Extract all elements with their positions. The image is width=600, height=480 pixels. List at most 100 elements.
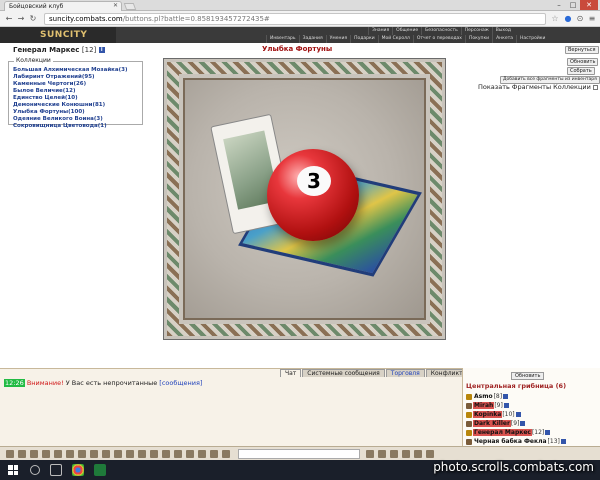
- nav-item-character[interactable]: Персонаж: [460, 27, 492, 35]
- action-icon[interactable]: [54, 450, 62, 458]
- nav-item-transfers[interactable]: Отчет о переводах: [412, 35, 465, 43]
- action-icon[interactable]: [366, 450, 374, 458]
- collection-image-frame: 3: [163, 58, 446, 340]
- action-icon[interactable]: [390, 450, 398, 458]
- nav-item-knowledge[interactable]: Знания: [368, 27, 392, 35]
- chat-input[interactable]: [238, 449, 360, 459]
- nav-item-exit[interactable]: Выход: [491, 27, 514, 35]
- collection-item[interactable]: Большая Алхимическая Мозайка(3): [13, 67, 142, 74]
- nav-item-my-scroll[interactable]: Мой Скролл: [377, 35, 413, 43]
- refresh-button[interactable]: Обновить: [567, 58, 599, 66]
- tab-chat[interactable]: Чат: [280, 369, 302, 377]
- nav-item-quests[interactable]: Задания: [298, 35, 326, 43]
- action-icon[interactable]: [186, 450, 194, 458]
- refresh-players-button[interactable]: Обновить: [511, 372, 545, 380]
- chrome-icon[interactable]: [72, 464, 84, 476]
- browser-tab[interactable]: Бойцовский клуб ✕: [4, 1, 122, 11]
- action-icon[interactable]: [126, 450, 134, 458]
- nav-item-inventory[interactable]: Инвентарь: [266, 35, 299, 43]
- action-icon[interactable]: [414, 450, 422, 458]
- player-name[interactable]: Генерал Маркес: [473, 429, 532, 436]
- extension-icon-2[interactable]: ⊙: [575, 14, 585, 24]
- action-icon[interactable]: [162, 450, 170, 458]
- action-icon[interactable]: [66, 450, 74, 458]
- info-icon[interactable]: [503, 403, 509, 408]
- back-arrow-icon[interactable]: ←: [4, 14, 14, 24]
- player-list-item[interactable]: Генерал Маркес[12]: [466, 428, 566, 437]
- task-view-icon[interactable]: [50, 464, 62, 476]
- collection-item[interactable]: Лабиринт Отражений(95): [13, 74, 142, 81]
- menu-icon[interactable]: ≡: [587, 14, 597, 24]
- collection-item[interactable]: Былое Величие(12): [13, 88, 142, 95]
- action-icon[interactable]: [210, 450, 218, 458]
- minimize-icon[interactable]: –: [552, 0, 566, 10]
- action-icon[interactable]: [150, 450, 158, 458]
- action-icon[interactable]: [174, 450, 182, 458]
- collection-item[interactable]: Каменные Чертоги(26): [13, 81, 142, 88]
- info-icon[interactable]: [560, 439, 566, 444]
- collection-item[interactable]: Улыбка Фортуны(100): [13, 109, 142, 116]
- windows-start-icon[interactable]: [8, 465, 18, 475]
- forward-arrow-icon[interactable]: →: [16, 14, 26, 24]
- info-icon[interactable]: [515, 412, 521, 417]
- tab-system-messages[interactable]: Системные сообщения: [302, 369, 385, 377]
- collect-button[interactable]: Собрать: [567, 67, 595, 75]
- nav-item-communication[interactable]: Общение: [392, 27, 421, 35]
- info-icon[interactable]: [520, 421, 526, 426]
- nav-item-profile[interactable]: Анкета: [492, 35, 516, 43]
- action-icon[interactable]: [138, 450, 146, 458]
- action-icon[interactable]: [402, 450, 410, 458]
- player-list-item[interactable]: Kopinka[10]: [466, 410, 566, 419]
- collection-item[interactable]: Сокровищница Цветовода(1): [13, 123, 142, 130]
- emote-icon[interactable]: [18, 450, 26, 458]
- maximize-icon[interactable]: □: [566, 0, 580, 10]
- tab-trade[interactable]: Торговля: [385, 369, 425, 377]
- action-icon[interactable]: [30, 450, 38, 458]
- app-icon[interactable]: [94, 464, 106, 476]
- nav-item-settings[interactable]: Настройки: [515, 35, 548, 43]
- action-icon[interactable]: [114, 450, 122, 458]
- player-name[interactable]: Mirah: [473, 402, 495, 409]
- action-icon[interactable]: [198, 450, 206, 458]
- collection-item[interactable]: Демонические Конюшни(81): [13, 102, 142, 109]
- show-fragments-checkbox[interactable]: [592, 84, 598, 90]
- extension-icon[interactable]: ●: [563, 14, 573, 24]
- action-icon[interactable]: [78, 450, 86, 458]
- nav-item-security[interactable]: Безопасность: [421, 27, 461, 35]
- action-icon[interactable]: [426, 450, 434, 458]
- address-bar[interactable]: suncity.combats.com/buttons.pl?battle=0.…: [44, 13, 546, 25]
- player-name[interactable]: Dark Killer: [473, 420, 511, 427]
- player-name[interactable]: Kopinka: [473, 411, 503, 418]
- player-list-item[interactable]: Asmo[8]: [466, 392, 566, 401]
- tab-close-icon[interactable]: ✕: [113, 2, 118, 9]
- action-icon[interactable]: [90, 450, 98, 458]
- window-close-icon[interactable]: ✕: [580, 0, 598, 10]
- action-icon[interactable]: [378, 450, 386, 458]
- player-name[interactable]: Asmo: [473, 393, 494, 400]
- player-list-item[interactable]: Mirah[9]: [466, 401, 566, 410]
- search-icon[interactable]: [30, 465, 40, 475]
- nav-item-skills[interactable]: Умения: [325, 35, 350, 43]
- character-name[interactable]: Генерал Маркес: [13, 46, 79, 54]
- nav-item-purchases[interactable]: Покупки: [464, 35, 492, 43]
- info-icon[interactable]: [545, 430, 551, 435]
- player-list-item[interactable]: Dark Killer[9]: [466, 419, 566, 428]
- new-tab-button[interactable]: [123, 3, 137, 10]
- player-level: [8]: [493, 393, 503, 400]
- info-icon[interactable]: i: [98, 47, 105, 53]
- bookmark-star-icon[interactable]: ☆: [550, 14, 560, 24]
- reload-icon[interactable]: ↻: [28, 14, 38, 24]
- collection-item[interactable]: Одеяние Великого Воина(3): [13, 116, 142, 123]
- back-button[interactable]: Вернуться: [565, 46, 599, 54]
- action-icon[interactable]: [102, 450, 110, 458]
- messages-link[interactable]: [сообщения]: [159, 379, 202, 387]
- player-name[interactable]: Черная бабка Фекла: [473, 438, 548, 445]
- info-icon[interactable]: [503, 394, 509, 399]
- smiles-icon[interactable]: [6, 450, 14, 458]
- nav-item-gifts[interactable]: Подарки: [350, 35, 378, 43]
- player-list-item[interactable]: Черная бабка Фекла[13]: [466, 437, 566, 446]
- action-icon[interactable]: [42, 450, 50, 458]
- collection-item[interactable]: Единство Целей(10): [13, 95, 142, 102]
- action-icon[interactable]: [222, 450, 230, 458]
- show-fragments-toggle[interactable]: Показать Фрагменты Коллекции: [478, 83, 598, 91]
